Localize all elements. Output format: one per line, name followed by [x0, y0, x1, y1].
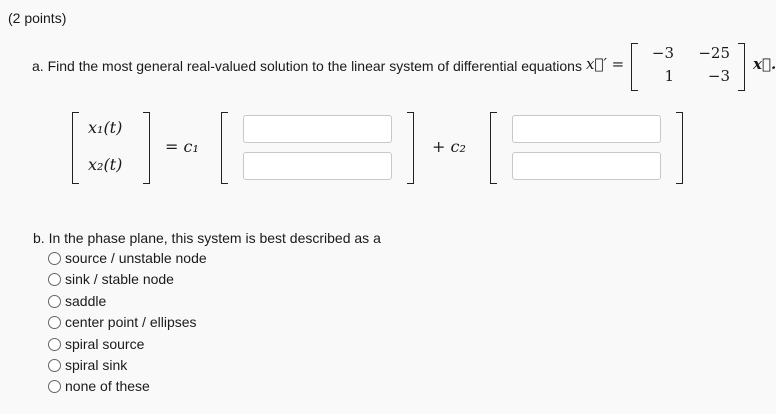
- option-label: saddle: [65, 293, 107, 309]
- radio-button[interactable]: [48, 251, 61, 265]
- vector2-right-bracket: [676, 112, 683, 184]
- matrix-cell-12: −25: [698, 44, 730, 62]
- vector2-left-bracket: [490, 112, 497, 184]
- matrix-left-bracket: [631, 43, 638, 91]
- equation-lhs: x⃗′ =: [586, 55, 625, 73]
- option-label: sink / stable node: [65, 271, 174, 287]
- points-label: (2 points): [8, 10, 67, 26]
- vector1-left-bracket: [221, 112, 228, 184]
- part-a-prompt: a. Find the most general real-valued sol…: [32, 58, 582, 74]
- option-label: none of these: [65, 378, 150, 394]
- radio-button[interactable]: [48, 272, 61, 286]
- matrix-cell-11: −3: [651, 44, 674, 62]
- vector2-bottom-input[interactable]: [512, 152, 661, 180]
- option-label: spiral sink: [65, 357, 128, 373]
- equals-c1: = c₁: [165, 137, 199, 156]
- radio-button[interactable]: [48, 294, 61, 308]
- option-saddle[interactable]: saddle: [48, 292, 106, 310]
- option-label: spiral source: [65, 336, 145, 352]
- option-spiral-source[interactable]: spiral source: [48, 335, 144, 353]
- vector1-top-input[interactable]: [243, 115, 392, 143]
- vector2-top-input[interactable]: [512, 115, 661, 143]
- matrix-cell-21: 1: [664, 67, 674, 85]
- vector1-right-bracket: [407, 112, 414, 184]
- part-b-prompt: b. In the phase plane, this system is be…: [33, 230, 381, 246]
- equation-rhs: x⃗.: [753, 55, 776, 73]
- option-label: center point / ellipses: [65, 314, 197, 330]
- solution-left-bracket: [72, 112, 79, 184]
- matrix-right-bracket: [738, 43, 745, 91]
- matrix-cell-22: −3: [707, 67, 730, 85]
- radio-button[interactable]: [48, 358, 61, 372]
- vector1-bottom-input[interactable]: [243, 152, 392, 180]
- radio-button[interactable]: [48, 315, 61, 329]
- option-center-point[interactable]: center point / ellipses: [48, 313, 197, 331]
- radio-button[interactable]: [48, 379, 61, 393]
- option-spiral-sink[interactable]: spiral sink: [48, 356, 127, 374]
- x1-label: x₁(t): [88, 118, 123, 137]
- option-label: source / unstable node: [65, 250, 207, 266]
- x2-label: x₂(t): [88, 155, 123, 174]
- option-source-unstable-node[interactable]: source / unstable node: [48, 249, 207, 267]
- plus-c2: + c₂: [432, 137, 466, 156]
- solution-right-bracket: [143, 112, 150, 184]
- radio-button[interactable]: [48, 337, 61, 351]
- option-sink-stable-node[interactable]: sink / stable node: [48, 270, 174, 288]
- option-none-of-these[interactable]: none of these: [48, 377, 150, 395]
